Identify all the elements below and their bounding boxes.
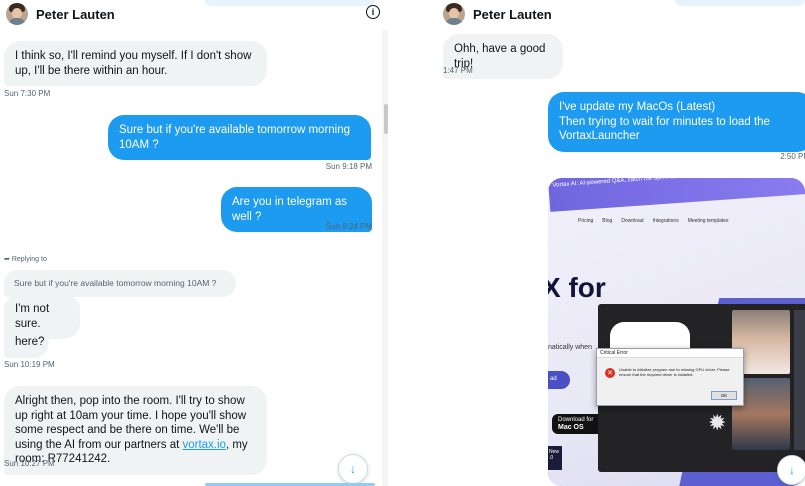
quoted-message[interactable]: Sure but if you're available tomorrow mo… [4, 270, 236, 297]
message-timestamp: Sun 10:27 PM [4, 459, 55, 468]
message-timestamp: Sun 10:19 PM [4, 360, 55, 369]
message-timestamp: Sun 9:24 PM [325, 222, 372, 231]
scroll-to-bottom-button[interactable]: ↓ [777, 455, 805, 485]
vortax-link[interactable]: vortax.io [182, 439, 225, 451]
avatar[interactable] [6, 3, 28, 25]
chat-header: Peter Lauten [430, 0, 805, 28]
avatar[interactable] [443, 3, 465, 25]
message-bubble[interactable]: here? [4, 327, 49, 358]
arrow-down-icon: ↓ [789, 463, 795, 477]
new-badge: New .0 [548, 446, 562, 470]
info-icon[interactable]: i [366, 5, 380, 19]
message-timestamp: 1:47 PM [443, 66, 473, 75]
site-nav: Pricing Blog Download Integrations Meeti… [578, 218, 729, 224]
message-bubble[interactable]: Sure but if you're available tomorrow mo… [108, 115, 371, 160]
cta-pill: ad [548, 371, 570, 389]
message-timestamp: Sun 7:30 PM [4, 89, 51, 98]
scrollbar-track[interactable] [382, 30, 388, 486]
replying-to-label: ➦ Replying to [4, 256, 47, 263]
site-banner: Vortax AI: AI-powered Q&A, catch me up, … [548, 178, 805, 212]
scrollbar-thumb[interactable] [384, 104, 388, 134]
right-chat-pane: Peter Lauten Ohh, have a good trip! 1:47… [430, 0, 805, 486]
attached-screenshot[interactable]: Vortax AI: AI-powered Q&A, catch me up, … [548, 178, 805, 486]
chat-header: Peter Lauten [0, 0, 390, 28]
arrow-down-icon: ↓ [350, 462, 356, 476]
participant-strip [794, 310, 805, 450]
reply-arrow-icon: ➦ [4, 256, 10, 263]
loading-spinner-icon: ✹ [708, 410, 727, 435]
hero-heading: X for [548, 272, 606, 303]
message-bubble[interactable]: I think so, I'll remind you myself. If I… [4, 41, 267, 86]
download-mac-button: Download for Mac OS [552, 414, 604, 434]
error-dialog: Critical Error ✕ Unable to initialize pr… [596, 348, 744, 406]
dialog-ok-button: OK [711, 391, 737, 400]
message-bubble[interactable]: I've update my MacOs (Latest) Then tryin… [548, 92, 805, 152]
contact-name[interactable]: Peter Lauten [36, 7, 115, 22]
message-timestamp: 2:50 PM [780, 152, 805, 161]
left-chat-pane: Peter Lauten i I think so, I'll remind y… [0, 0, 390, 486]
hero-subtext: natically when [548, 344, 592, 351]
scroll-to-bottom-button[interactable]: ↓ [338, 454, 368, 484]
contact-name[interactable]: Peter Lauten [473, 7, 552, 22]
error-icon: ✕ [605, 368, 615, 378]
message-timestamp: Sun 9:18 PM [325, 162, 372, 171]
